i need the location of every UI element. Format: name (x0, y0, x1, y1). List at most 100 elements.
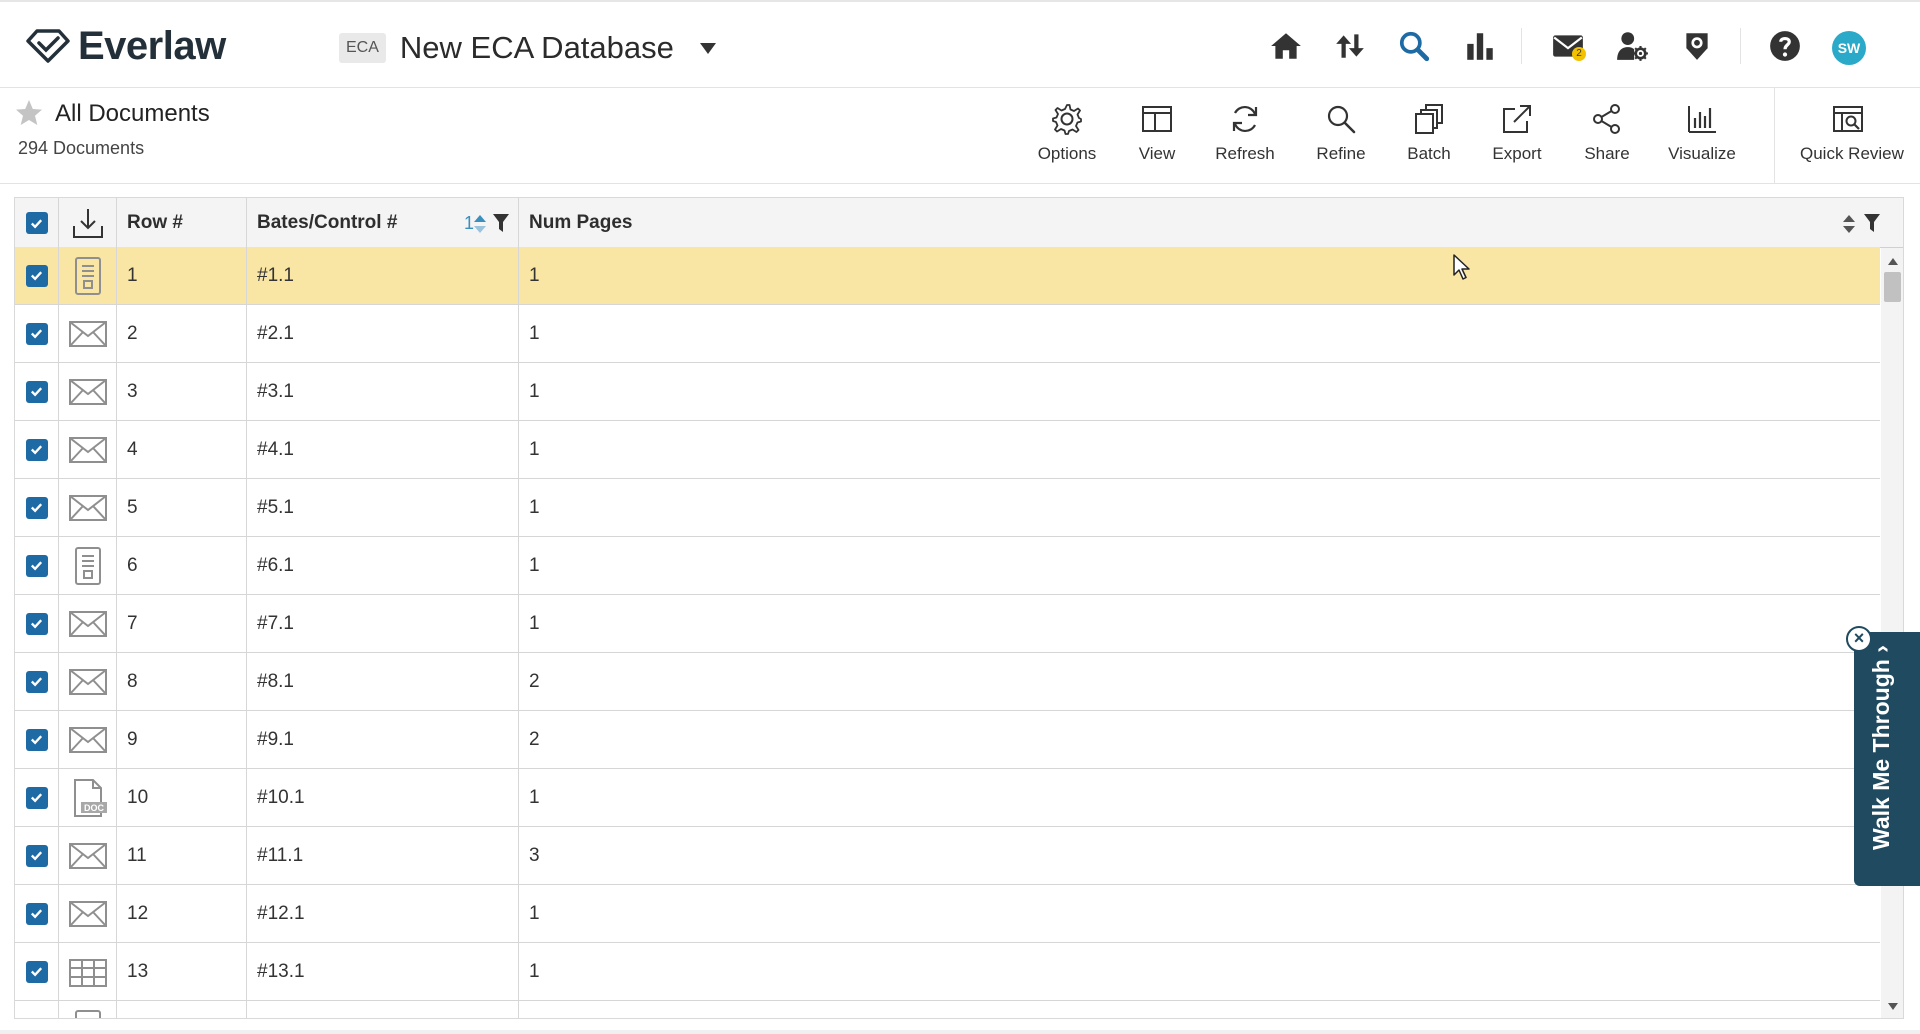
table-row[interactable]: 4 #4.1 1 (15, 421, 1880, 479)
visualize-button[interactable]: Visualize (1657, 102, 1747, 172)
row-checkbox[interactable] (25, 786, 48, 809)
row-checkbox[interactable] (25, 380, 48, 403)
table-row[interactable]: 8 #8.1 2 (15, 653, 1880, 711)
sort-ascending-icon[interactable] (472, 213, 488, 235)
row-checkbox[interactable] (25, 670, 48, 693)
table-row[interactable]: 7 #7.1 1 (15, 595, 1880, 653)
table-row[interactable]: 9 #9.1 2 (15, 711, 1880, 769)
top-nav-bar: Everlaw ECA New ECA Database 2 SW (0, 0, 1920, 88)
row-checkbox-cell (15, 537, 59, 594)
column-header-num-pages[interactable]: Num Pages (519, 198, 1903, 248)
caret-down-icon[interactable] (699, 42, 716, 54)
refine-label: Refine (1316, 144, 1366, 163)
num-pages-cell: 1 (529, 902, 540, 924)
row-checkbox[interactable] (25, 902, 48, 925)
sort-upload-icon[interactable] (1330, 26, 1370, 66)
quick-review-icon (1833, 106, 1863, 132)
email-icon[interactable] (59, 363, 117, 420)
everlaw-diamond-icon (26, 29, 70, 63)
column-header-bates[interactable]: Bates/Control # 1 (247, 198, 519, 248)
options-button[interactable]: Options (1022, 102, 1112, 172)
row-checkbox[interactable] (25, 322, 48, 345)
help-icon[interactable] (1765, 26, 1805, 66)
download-column-header[interactable] (59, 198, 117, 248)
table-row[interactable]: 13 #13.1 1 (15, 943, 1880, 1001)
user-avatar[interactable]: SW (1832, 31, 1866, 65)
home-icon[interactable] (1266, 26, 1306, 66)
messages-icon[interactable]: 2 (1548, 26, 1588, 66)
share-button[interactable]: Share (1562, 102, 1652, 172)
row-checkbox[interactable] (25, 728, 48, 751)
view-button[interactable]: View (1112, 102, 1202, 172)
everlaw-logo[interactable]: Everlaw (26, 24, 226, 68)
external-export-icon (1503, 105, 1531, 133)
magnifier-icon (1327, 105, 1356, 134)
row-checkbox-cell (15, 595, 59, 652)
user-settings-icon[interactable] (1612, 26, 1652, 66)
row-checkbox[interactable] (25, 496, 48, 519)
row-checkbox[interactable] (25, 264, 48, 287)
table-row[interactable]: 11 #11.1 3 (15, 827, 1880, 885)
doc-icon[interactable] (59, 1001, 117, 1018)
word-doc-icon[interactable]: DOC (59, 769, 117, 826)
select-all-checkbox[interactable] (25, 212, 48, 234)
row-number-cell: 7 (117, 595, 247, 652)
email-icon[interactable] (59, 885, 117, 942)
table-row[interactable]: DOC 10 #10.1 1 (15, 769, 1880, 827)
row-checkbox[interactable] (25, 438, 48, 461)
filter-icon[interactable] (1863, 212, 1881, 234)
table-row[interactable]: 6 #6.1 1 (15, 537, 1880, 595)
email-icon[interactable] (59, 653, 117, 710)
table-row[interactable]: 12 #12.1 1 (15, 885, 1880, 943)
favorite-star-icon[interactable] (14, 98, 44, 128)
analytics-chart-icon[interactable] (1460, 26, 1500, 66)
row-number-cell: 9 (117, 711, 247, 768)
bar-chart-icon (1688, 106, 1716, 133)
quick-review-button[interactable]: Quick Review (1800, 102, 1904, 172)
table-row[interactable]: 5 #5.1 1 (15, 479, 1880, 537)
table-row-partial[interactable] (15, 1001, 1880, 1018)
refresh-button[interactable]: Refresh (1200, 102, 1290, 172)
filter-icon[interactable] (492, 212, 510, 234)
refine-button[interactable]: Refine (1296, 102, 1386, 172)
table-row[interactable]: 3 #3.1 1 (15, 363, 1880, 421)
svg-text:DOC: DOC (84, 803, 105, 813)
bates-cell: #13.1 (247, 943, 519, 1000)
row-number-cell: 12 (117, 885, 247, 942)
scroll-thumb[interactable] (1884, 272, 1901, 302)
scroll-up-arrow-icon[interactable] (1888, 258, 1898, 265)
view-label: View (1138, 144, 1176, 163)
row-checkbox[interactable] (25, 960, 48, 983)
bates-cell: #9.1 (247, 711, 519, 768)
email-icon[interactable] (59, 595, 117, 652)
table-row[interactable]: 1 #1.1 1 (15, 247, 1880, 305)
results-table: Row # Bates/Control # 1 Num Pages 1 #1.1 1… (14, 197, 1904, 1019)
export-button[interactable]: Export (1472, 102, 1562, 172)
email-icon[interactable] (59, 479, 117, 536)
database-selector[interactable]: ECA New ECA Database (339, 28, 716, 68)
table-row[interactable]: 2 #2.1 1 (15, 305, 1880, 363)
num-pages-cell: 1 (529, 264, 540, 286)
search-icon[interactable] (1394, 26, 1434, 66)
doc-icon[interactable] (59, 537, 117, 594)
column-header-row-number[interactable]: Row # (117, 198, 247, 248)
batch-button[interactable]: Batch (1384, 102, 1474, 172)
toolbar-divider (1774, 88, 1775, 184)
email-icon[interactable] (59, 305, 117, 362)
row-checkbox[interactable] (25, 554, 48, 577)
scroll-down-arrow-icon[interactable] (1888, 1003, 1898, 1010)
num-pages-cell: 2 (529, 670, 540, 692)
document-count: 294 Documents (18, 138, 145, 158)
walk-me-through-tab[interactable]: × Walk Me Through › (1846, 626, 1920, 886)
email-icon[interactable] (59, 827, 117, 884)
row-checkbox[interactable] (25, 844, 48, 867)
row-checkbox[interactable] (25, 612, 48, 635)
location-pin-icon[interactable] (1677, 26, 1717, 66)
bates-header-label: Bates/Control # (257, 212, 398, 233)
spreadsheet-icon[interactable] (59, 943, 117, 1000)
sort-unsorted-icon[interactable] (1841, 213, 1857, 235)
email-icon[interactable] (59, 711, 117, 768)
doc-icon[interactable] (59, 247, 117, 304)
email-icon[interactable] (59, 421, 117, 478)
row-number-cell: 5 (117, 479, 247, 536)
